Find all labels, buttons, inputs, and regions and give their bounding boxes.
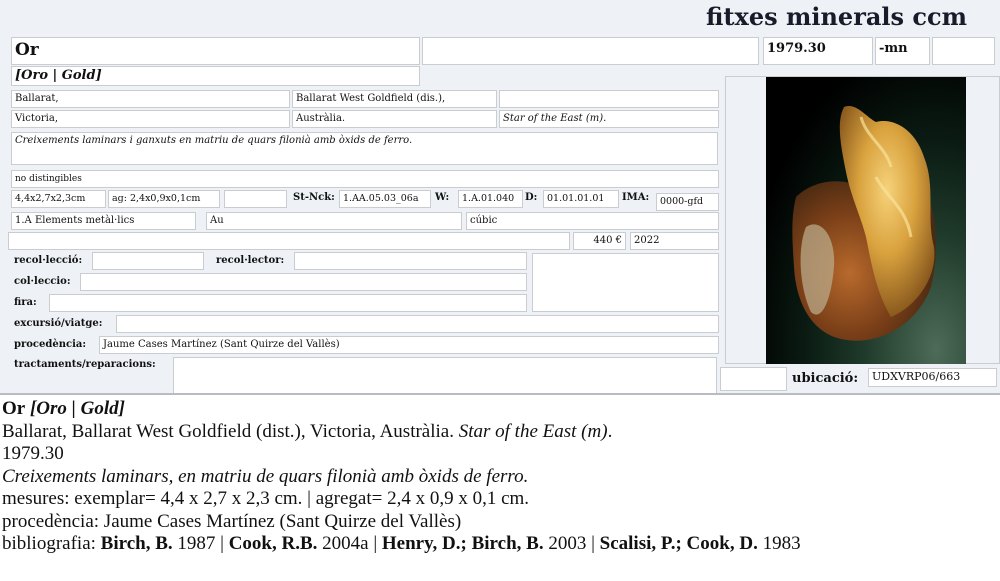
region-field[interactable]: Victoria, [11,110,290,128]
d-field[interactable]: 01.01.01.01 [543,190,619,208]
catalog-number-field[interactable]: 1979.30 [763,37,873,65]
bibliography-author: Scalisi, P.; Cook, D. [599,533,758,554]
report-measures: mesures: exemplar= 4,4 x 2,7 x 2,3 cm. |… [2,488,530,509]
bibliography-year: 2004a [317,533,369,554]
treatments-field[interactable] [173,357,717,394]
trip-field[interactable] [116,315,719,333]
d-label: D: [525,192,538,203]
report-title: Or [Oro | Gold] [2,398,998,421]
bibliography-author: Henry, D.; Birch, B. [381,533,544,554]
ima-field[interactable]: 0000-gfd [656,193,719,211]
report-catalog-number: 1979.30 [2,443,64,464]
recollector-field[interactable] [294,252,527,270]
provenance-field[interactable]: Jaume Cases Martínez (Sant Quirze del Va… [99,336,719,354]
w-field[interactable]: 1.A.01.040 [458,190,523,208]
report-provenance: procedència: Jaume Cases Martínez (Sant … [2,510,462,532]
collection-label: col·leccio: [14,276,71,287]
strunz-label: St-Nck: [293,192,335,203]
notes-line-field[interactable] [8,232,570,250]
recollection-field[interactable] [92,252,204,270]
app-title: fitxes minerals ccm [705,2,967,31]
synonyms-field[interactable]: [Oro | Gold] [11,66,420,86]
size-extra-field[interactable] [224,190,287,208]
specimen-photo[interactable] [766,77,966,364]
location-field[interactable]: UDXVRP06/663 [868,368,997,387]
ima-label: IMA: [622,192,650,203]
bibliography-separator: | [215,533,229,554]
report-bibliography: bibliografia: Birch, B. 1987 | Cook, R.B… [2,533,998,556]
bibliography-separator: | [368,533,382,554]
locality3-field[interactable] [499,90,719,108]
report-text: Or [Oro | Gold] Ballarat, Ballarat West … [2,398,998,556]
bibliography-year: 1987 [172,533,216,554]
year-field[interactable]: 2022 [630,232,719,250]
bibliography-label: bibliografia: [2,533,101,554]
fair-field[interactable] [49,294,527,312]
bibliography-author: Birch, B. [100,533,173,554]
side-notes-field[interactable] [532,253,719,312]
suffix-extra-field[interactable] [932,37,995,65]
name-extra-field[interactable] [422,37,759,65]
mineral-card-form: fitxes minerals ccm Or 1979.30 -mn [Oro … [0,0,1000,394]
report-mine-end: . [607,420,613,442]
mine-field[interactable]: Star of the East (m). [499,110,719,128]
description-field[interactable]: Creixements laminars i ganxuts en matriu… [11,132,718,165]
bibliography-year: 1983 [757,533,801,554]
report-locality-text: Ballarat, Ballarat West Goldfield (dist.… [2,420,454,442]
bibliography-separator: | [586,533,600,554]
specimen-size-field[interactable]: 4,4x2,7x2,3cm [11,190,106,208]
recollection-label: recol·lecció: [14,255,83,266]
bibliography-year: 2003 [543,533,587,554]
country-field[interactable]: Austràlia. [292,110,497,128]
form-divider [0,393,1000,395]
fair-label: fira: [14,297,37,308]
report-locality: Ballarat, Ballarat West Goldfield (dist.… [2,421,998,444]
bibliography-entry: Scalisi, P.; Cook, D. 1983 [600,533,801,554]
collection-field[interactable] [80,273,527,291]
gold-specimen-image [792,105,936,341]
report-description: Creixements laminars, en matriu de quars… [2,465,529,487]
report-synonyms: [Oro | Gold] [29,398,125,419]
trip-label: excursió/viatge: [14,318,103,329]
class-field[interactable]: 1.A Elements metàl·lics [11,212,196,230]
crystal-system-field[interactable]: cúbic [466,212,719,230]
bibliography-author: Cook, R.B. [228,533,318,554]
aggregate-size-field[interactable]: ag: 2,4x0,9x0,1cm [108,190,220,208]
recollector-label: recol·lector: [216,255,285,266]
name-field[interactable]: Or [11,37,420,65]
formula-field[interactable]: Au [206,212,462,230]
treatments-label: tractaments/reparacions: [14,359,156,370]
bibliography-entry: Cook, R.B. 2004a | [229,533,382,554]
bibliography-entry: Henry, D.; Birch, B. 2003 | [382,533,600,554]
locality2-field[interactable]: Ballarat West Goldfield (dis.), [292,90,497,108]
bibliography-entry: Birch, B. 1987 | [101,533,229,554]
w-label: W: [435,192,450,203]
report-name: Or [2,398,26,419]
price-field[interactable]: 440 € [573,232,626,250]
provenance-label: procedència: [14,339,87,350]
report-mine: Star of the East (m) [458,420,608,442]
locality1-field[interactable]: Ballarat, [11,90,290,108]
strunz-field[interactable]: 1.AA.05.03_06a [339,190,431,208]
location-extra-field[interactable] [720,367,787,391]
associates-field[interactable]: no distingibles [11,170,719,188]
suffix-field[interactable]: -mn [875,37,930,65]
location-label: ubicació: [792,371,859,386]
